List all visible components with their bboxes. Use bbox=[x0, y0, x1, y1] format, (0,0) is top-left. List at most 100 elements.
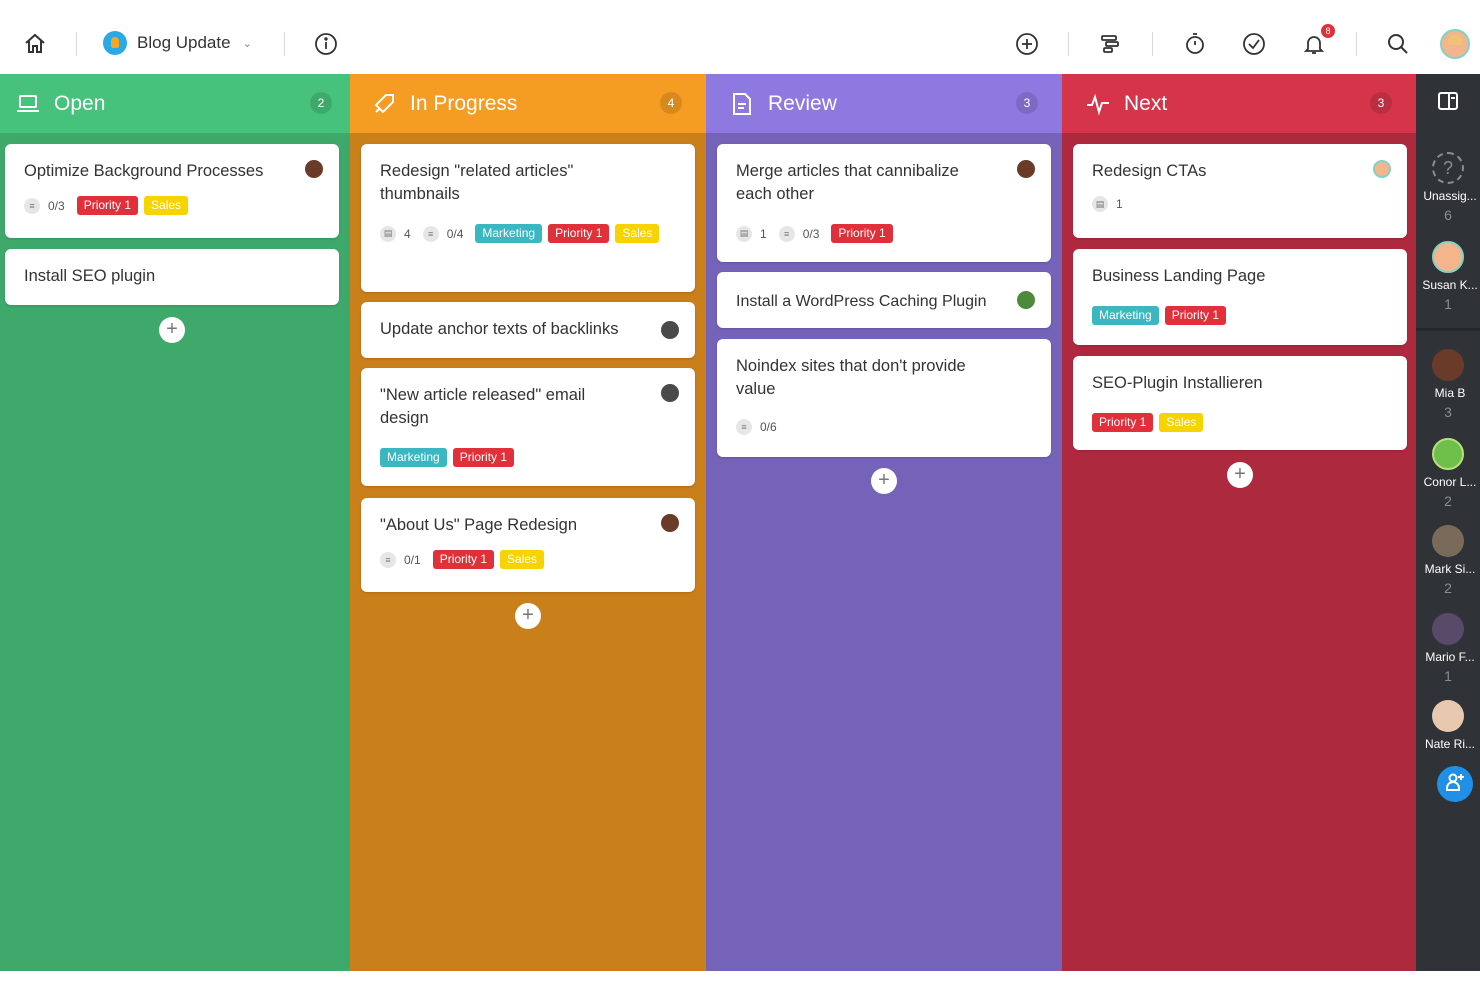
task-title: Business Landing Page bbox=[1092, 267, 1266, 285]
check-circle-icon[interactable] bbox=[1239, 29, 1269, 59]
checklist-counter: ≡ 0/3 bbox=[778, 225, 819, 242]
task-card[interactable]: Business Landing Page Marketing Priority… bbox=[1073, 249, 1407, 345]
checklist-icon: ≡ bbox=[778, 225, 795, 242]
task-card[interactable]: Update anchor texts of backlinks bbox=[361, 302, 695, 358]
task-title: "About Us" Page Redesign bbox=[380, 516, 578, 534]
assignee-avatar bbox=[1017, 291, 1035, 309]
task-card[interactable]: SEO-Plugin Installieren Priority 1 Sales bbox=[1073, 356, 1407, 450]
stopwatch-icon[interactable] bbox=[1180, 29, 1210, 59]
task-title: Update anchor texts of backlinks bbox=[380, 320, 619, 338]
tag-sales: Sales bbox=[615, 224, 660, 243]
tag-marketing: Marketing bbox=[1092, 306, 1159, 325]
user-avatar[interactable] bbox=[1440, 29, 1470, 59]
assignee-avatar bbox=[1017, 160, 1035, 178]
task-title: SEO-Plugin Installieren bbox=[1092, 374, 1263, 392]
avatar bbox=[1432, 613, 1464, 645]
user-name: Susan K... bbox=[1422, 278, 1478, 292]
divider bbox=[1356, 32, 1357, 56]
add-task-button[interactable]: + bbox=[871, 468, 897, 494]
chevron-down-icon: ⌄ bbox=[242, 37, 252, 50]
task-card[interactable]: Merge articles that cannibalize each oth… bbox=[717, 144, 1051, 262]
home-icon[interactable] bbox=[20, 29, 50, 59]
add-task-button[interactable]: + bbox=[159, 317, 185, 343]
tag-priority: Priority 1 bbox=[831, 224, 893, 243]
checklist-counter: ≡ 0/3 bbox=[24, 197, 65, 214]
task-card[interactable]: Install SEO plugin bbox=[5, 249, 339, 305]
user-task-count: 2 bbox=[1444, 493, 1452, 509]
pulse-icon bbox=[1086, 92, 1110, 116]
task-card[interactable]: "New article released" email design Mark… bbox=[361, 368, 695, 486]
task-title: Merge articles that cannibalize each oth… bbox=[736, 162, 959, 203]
column-count: 3 bbox=[1016, 92, 1038, 114]
tag-marketing: Marketing bbox=[475, 224, 543, 243]
user-filter-nate[interactable]: Nate Ri... bbox=[1416, 700, 1480, 751]
column-header: Next 3 bbox=[1062, 74, 1416, 133]
document-icon bbox=[730, 92, 754, 116]
task-card[interactable]: Redesign CTAs ▤ 1 bbox=[1073, 144, 1407, 238]
task-card[interactable]: Noindex sites that don't provide value ≡… bbox=[717, 339, 1051, 457]
column-header: Open 2 bbox=[0, 74, 356, 133]
comment-icon: ▤ bbox=[736, 225, 752, 242]
task-card[interactable]: "About Us" Page Redesign ≡ 0/1 Priority 1… bbox=[361, 498, 695, 592]
user-task-count: 3 bbox=[1444, 404, 1452, 420]
user-filter-conor[interactable]: Conor L... 2 bbox=[1416, 438, 1480, 509]
project-selector[interactable]: Blog Update ⌄ bbox=[103, 31, 252, 55]
assignee-avatar bbox=[661, 384, 679, 402]
add-person-icon bbox=[1445, 772, 1465, 797]
column-next: Next 3 Redesign CTAs ▤ 1 Business Landing… bbox=[1062, 74, 1416, 971]
tag-sales: Sales bbox=[500, 550, 545, 569]
people-sidebar: ? Unassig... 6 Susan K... 1 Mia B 3 Cono… bbox=[1416, 74, 1480, 971]
avatar bbox=[1432, 700, 1464, 732]
user-filter-mario[interactable]: Mario F... 1 bbox=[1416, 613, 1480, 684]
column-title: Review bbox=[768, 91, 837, 115]
user-filter-mia[interactable]: Mia B 3 bbox=[1416, 349, 1480, 420]
column-in-progress: In Progress 4 Redesign "related articles… bbox=[350, 74, 706, 971]
user-filter-mark[interactable]: Mark Si... 2 bbox=[1416, 525, 1480, 596]
user-task-count: 1 bbox=[1444, 668, 1452, 684]
task-title: Optimize Background Processes bbox=[24, 162, 264, 180]
add-task-button[interactable]: + bbox=[515, 603, 541, 629]
panel-toggle-icon bbox=[1437, 91, 1459, 116]
avatar bbox=[1432, 525, 1464, 557]
user-name: Mia B bbox=[1434, 386, 1466, 400]
checklist-icon: ≡ bbox=[422, 225, 439, 242]
task-card[interactable]: Install a WordPress Caching Plugin bbox=[717, 272, 1051, 328]
task-title: Noindex sites that don't provide value bbox=[736, 357, 966, 398]
bell-icon[interactable]: 8 bbox=[1299, 24, 1335, 59]
add-circle-icon[interactable] bbox=[1012, 29, 1042, 59]
invite-user-button[interactable] bbox=[1437, 766, 1473, 802]
user-name: Conor L... bbox=[1423, 475, 1477, 489]
tag-priority: Priority 1 bbox=[1092, 413, 1154, 432]
column-count: 3 bbox=[1370, 92, 1392, 114]
column-open: Open 2 Optimize Background Processes ≡ 0/… bbox=[0, 74, 356, 971]
column-title: Next bbox=[1124, 91, 1168, 115]
checklist-counter: ≡ 0/1 bbox=[380, 551, 421, 568]
timeline-icon[interactable] bbox=[1096, 29, 1126, 59]
user-task-count: 1 bbox=[1444, 296, 1452, 312]
user-filter-unassigned[interactable]: ? Unassig... 6 bbox=[1416, 152, 1480, 223]
tag-marketing: Marketing bbox=[380, 448, 447, 467]
task-card[interactable]: Optimize Background Processes ≡ 0/3 Prior… bbox=[5, 144, 339, 238]
tag-priority: Priority 1 bbox=[432, 550, 495, 569]
assignee-avatar bbox=[661, 514, 679, 532]
search-icon[interactable] bbox=[1383, 29, 1413, 59]
sidebar-toggle[interactable] bbox=[1416, 74, 1480, 133]
user-name: Mark Si... bbox=[1424, 562, 1476, 576]
divider bbox=[284, 32, 285, 56]
task-title: Install a WordPress Caching Plugin bbox=[736, 293, 987, 310]
checklist-icon: ≡ bbox=[380, 551, 396, 568]
add-task-button[interactable]: + bbox=[1227, 462, 1253, 488]
user-task-count: 6 bbox=[1444, 207, 1452, 223]
comment-icon: ▤ bbox=[380, 225, 396, 242]
divider bbox=[1152, 32, 1153, 56]
avatar bbox=[1432, 241, 1464, 273]
notification-badge: 8 bbox=[1321, 24, 1335, 38]
column-review: Review 3 Merge articles that cannibalize… bbox=[706, 74, 1062, 971]
rocket-icon bbox=[372, 92, 396, 116]
comment-counter: ▤ 1 bbox=[1092, 196, 1123, 212]
info-icon[interactable] bbox=[311, 29, 341, 59]
task-card[interactable]: Redesign "related articles" thumbnails ▤… bbox=[361, 144, 695, 292]
user-filter-susan[interactable]: Susan K... 1 bbox=[1416, 241, 1480, 312]
tag-priority: Priority 1 bbox=[76, 196, 139, 215]
tag-priority: Priority 1 bbox=[548, 224, 610, 243]
